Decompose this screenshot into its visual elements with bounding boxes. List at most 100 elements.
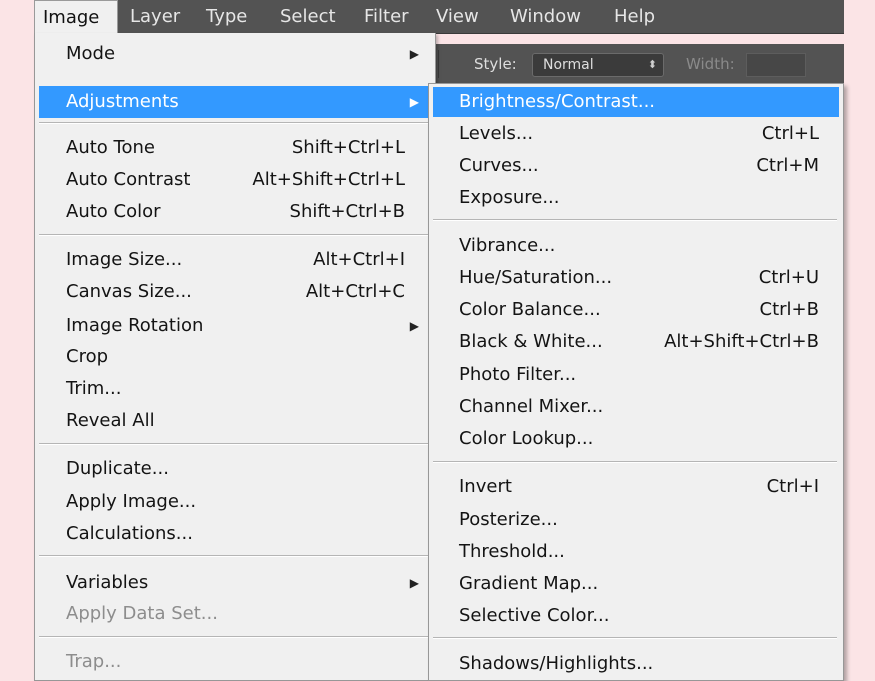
menu-item-shadows-highlights[interactable]: Shadows/Highlights... (433, 649, 839, 679)
menu-item-shortcut: Shift+Ctrl+L (291, 137, 405, 158)
menu-item-invert[interactable]: Invert Ctrl+I (433, 472, 839, 502)
menu-item-image-size[interactable]: Image Size... Alt+Ctrl+I (39, 245, 431, 275)
menu-item-posterize[interactable]: Posterize... (433, 505, 839, 535)
menu-item-shortcut: Alt+Shift+Ctrl+B (664, 331, 819, 352)
menu-item-brightness-contrast[interactable]: Brightness/Contrast... (433, 87, 839, 117)
menu-filter[interactable]: Filter (356, 0, 417, 33)
menu-item-label: Exposure... (459, 187, 560, 208)
options-separator (438, 50, 439, 78)
menu-item-reveal-all[interactable]: Reveal All (39, 406, 431, 436)
menu-item-image-rotation[interactable]: Image Rotation ▶ (39, 311, 431, 341)
width-label: Width: (686, 55, 735, 73)
submenu-arrow-icon: ▶ (409, 319, 419, 333)
style-value: Normal (543, 57, 594, 73)
menu-bar: Image Layer Type Select Filter View Wind… (34, 0, 844, 34)
menu-item-label: Color Lookup... (459, 428, 594, 449)
menu-separator (433, 461, 837, 463)
options-bar: Style: Normal ⬍ Width: (430, 44, 844, 84)
menu-item-apply-image[interactable]: Apply Image... (39, 487, 431, 517)
menu-item-shortcut: Ctrl+I (766, 476, 819, 497)
menu-item-trim[interactable]: Trim... (39, 374, 431, 404)
menu-item-label: Auto Color (66, 201, 161, 222)
menu-item-label: Threshold... (459, 541, 565, 562)
menu-item-label: Black & White... (459, 331, 603, 352)
menu-item-label: Invert (459, 476, 512, 497)
menu-image[interactable]: Image (34, 0, 118, 33)
menu-item-channel-mixer[interactable]: Channel Mixer... (433, 392, 839, 422)
menu-separator (39, 122, 429, 124)
menu-item-label: Apply Data Set... (66, 603, 218, 624)
menu-item-auto-contrast[interactable]: Auto Contrast Alt+Shift+Ctrl+L (39, 165, 431, 195)
menu-item-label: Auto Tone (66, 137, 155, 158)
menu-item-label: Shadows/Highlights... (459, 653, 654, 674)
menu-select[interactable]: Select (272, 0, 344, 33)
menu-item-label: Trap... (66, 651, 122, 672)
menu-item-shortcut: Shift+Ctrl+B (289, 201, 405, 222)
menu-item-label: Hue/Saturation... (459, 267, 613, 288)
menu-help[interactable]: Help (606, 0, 663, 33)
menu-item-duplicate[interactable]: Duplicate... (39, 454, 431, 484)
menu-item-gradient-map[interactable]: Gradient Map... (433, 569, 839, 599)
menu-item-label: Variables (66, 572, 149, 593)
menu-item-vibrance[interactable]: Vibrance... (433, 231, 839, 261)
updown-arrow-icon: ⬍ (647, 58, 657, 71)
menu-item-curves[interactable]: Curves... Ctrl+M (433, 151, 839, 181)
menu-separator (433, 637, 837, 639)
menu-item-label: Apply Image... (66, 491, 197, 512)
menu-item-label: Crop (66, 346, 109, 367)
menu-item-shortcut: Alt+Shift+Ctrl+L (252, 169, 405, 190)
menu-item-levels[interactable]: Levels... Ctrl+L (433, 119, 839, 149)
menu-item-label: Levels... (459, 123, 534, 144)
adjustments-submenu: Brightness/Contrast... Levels... Ctrl+L … (428, 83, 844, 681)
menu-separator (39, 234, 429, 236)
menu-item-shortcut: Ctrl+L (761, 123, 819, 144)
image-menu: Mode ▶ Adjustments ▶ Auto Tone Shift+Ctr… (34, 33, 436, 681)
menu-item-canvas-size[interactable]: Canvas Size... Alt+Ctrl+C (39, 277, 431, 307)
menu-item-shortcut: Ctrl+M (756, 155, 819, 176)
submenu-arrow-icon: ▶ (409, 576, 419, 590)
menu-item-adjustments[interactable]: Adjustments ▶ (39, 86, 431, 118)
style-label: Style: (474, 55, 517, 73)
menu-type[interactable]: Type (198, 0, 255, 33)
menu-item-label: Mode (66, 43, 116, 64)
menu-view[interactable]: View (428, 0, 487, 33)
menu-item-calculations[interactable]: Calculations... (39, 519, 431, 549)
menu-item-label: Selective Color... (459, 605, 610, 626)
menu-item-color-balance[interactable]: Color Balance... Ctrl+B (433, 295, 839, 325)
menu-item-black-white[interactable]: Black & White... Alt+Shift+Ctrl+B (433, 327, 839, 357)
menu-separator (39, 636, 429, 638)
menu-item-label: Reveal All (66, 410, 155, 431)
submenu-arrow-icon: ▶ (409, 47, 419, 61)
width-input[interactable] (746, 53, 806, 77)
menu-item-shortcut: Ctrl+U (758, 267, 819, 288)
menu-item-photo-filter[interactable]: Photo Filter... (433, 360, 839, 390)
menu-item-exposure[interactable]: Exposure... (433, 183, 839, 213)
menu-item-label: Channel Mixer... (459, 396, 604, 417)
menu-separator (39, 443, 429, 445)
menu-item-variables[interactable]: Variables ▶ (39, 568, 431, 598)
menu-item-label: Auto Contrast (66, 169, 191, 190)
menu-item-hue-saturation[interactable]: Hue/Saturation... Ctrl+U (433, 263, 839, 293)
menu-item-trap: Trap... (39, 647, 431, 677)
menu-item-selective-color[interactable]: Selective Color... (433, 601, 839, 631)
menu-separator (39, 555, 429, 557)
menu-item-mode[interactable]: Mode ▶ (39, 39, 431, 69)
menu-item-shortcut: Alt+Ctrl+C (305, 281, 405, 302)
menu-item-crop[interactable]: Crop (39, 342, 431, 372)
menu-item-label: Calculations... (66, 523, 193, 544)
menu-item-label: Canvas Size... (66, 281, 192, 302)
menu-item-label: Photo Filter... (459, 364, 577, 385)
menu-layer[interactable]: Layer (122, 0, 188, 33)
menu-item-auto-color[interactable]: Auto Color Shift+Ctrl+B (39, 197, 431, 227)
menu-item-label: Curves... (459, 155, 539, 176)
menu-item-color-lookup[interactable]: Color Lookup... (433, 424, 839, 454)
menu-window[interactable]: Window (502, 0, 589, 33)
menu-item-threshold[interactable]: Threshold... (433, 537, 839, 567)
style-select[interactable]: Normal ⬍ (532, 53, 664, 77)
menu-item-label: Trim... (66, 378, 122, 399)
menu-item-label: Duplicate... (66, 458, 169, 479)
menu-item-label: Brightness/Contrast... (459, 91, 656, 112)
menu-item-auto-tone[interactable]: Auto Tone Shift+Ctrl+L (39, 133, 431, 163)
menu-item-apply-data-set: Apply Data Set... (39, 599, 431, 629)
menu-item-label: Posterize... (459, 509, 558, 530)
